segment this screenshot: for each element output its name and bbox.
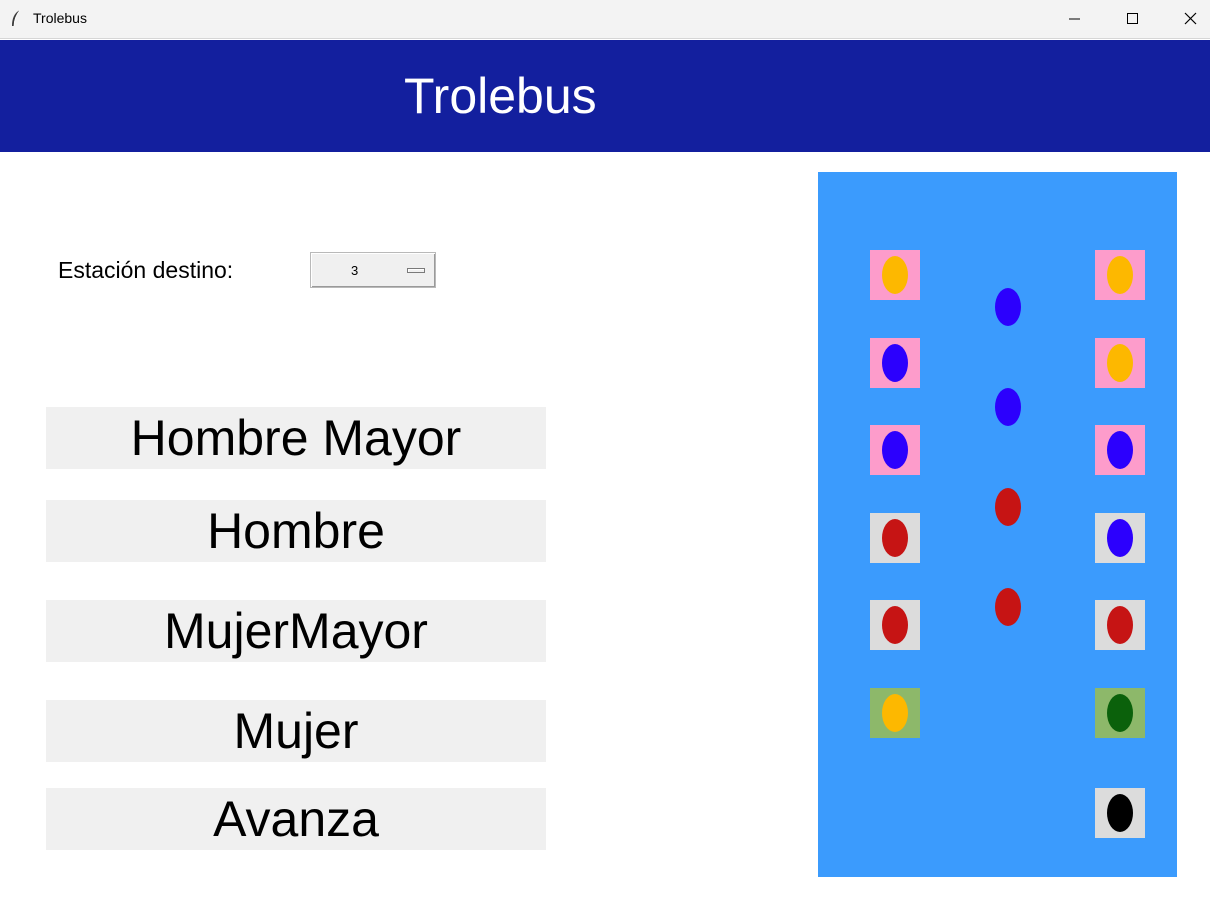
close-button[interactable] <box>1152 0 1210 38</box>
passenger-yellow <box>882 694 908 732</box>
passenger-yellow <box>1107 256 1133 294</box>
right-seat <box>1095 513 1145 563</box>
hombre-mayor-button[interactable]: Hombre Mayor <box>46 407 546 469</box>
passenger-yellow <box>882 256 908 294</box>
option-menu-indicator-icon <box>407 268 425 273</box>
window-titlebar: Trolebus <box>0 0 1210 39</box>
passenger-red <box>882 606 908 644</box>
minimize-button[interactable] <box>1045 0 1103 38</box>
bus-canvas <box>818 172 1177 877</box>
passenger-blue <box>882 431 908 469</box>
feather-icon <box>12 9 21 27</box>
destination-selector[interactable]: 3 <box>310 252 436 288</box>
window-title: Trolebus <box>33 10 87 26</box>
passenger-darkgreen <box>1107 694 1133 732</box>
passenger-red <box>1107 606 1133 644</box>
close-icon <box>1184 12 1197 25</box>
passenger-blue <box>1107 431 1133 469</box>
passenger-black <box>1107 794 1133 832</box>
passenger-blue <box>882 344 908 382</box>
destination-value: 3 <box>351 263 359 278</box>
passenger-blue <box>1107 519 1133 557</box>
app-header: Trolebus <box>0 40 1210 152</box>
mujer-mayor-button[interactable]: MujerMayor <box>46 600 546 662</box>
mujer-button[interactable]: Mujer <box>46 700 546 762</box>
aisle-passenger-blue <box>995 388 1021 426</box>
right-seat <box>1095 338 1145 388</box>
right-seat <box>1095 788 1145 838</box>
page-title: Trolebus <box>404 68 597 124</box>
right-seat <box>1095 600 1145 650</box>
left-seat <box>870 338 920 388</box>
left-seat <box>870 600 920 650</box>
passenger-red <box>882 519 908 557</box>
left-seat <box>870 425 920 475</box>
left-seat <box>870 688 920 738</box>
destination-label: Estación destino: <box>58 257 234 283</box>
minimize-icon <box>1069 18 1080 20</box>
aisle-passenger-red <box>995 588 1021 626</box>
aisle-passenger-red <box>995 488 1021 526</box>
right-seat <box>1095 688 1145 738</box>
aisle-passenger-blue <box>995 288 1021 326</box>
right-seat <box>1095 425 1145 475</box>
passenger-yellow <box>1107 344 1133 382</box>
left-seat <box>870 513 920 563</box>
right-seat <box>1095 250 1145 300</box>
left-seat <box>870 250 920 300</box>
hombre-button[interactable]: Hombre <box>46 500 546 562</box>
avanza-button[interactable]: Avanza <box>46 788 546 850</box>
